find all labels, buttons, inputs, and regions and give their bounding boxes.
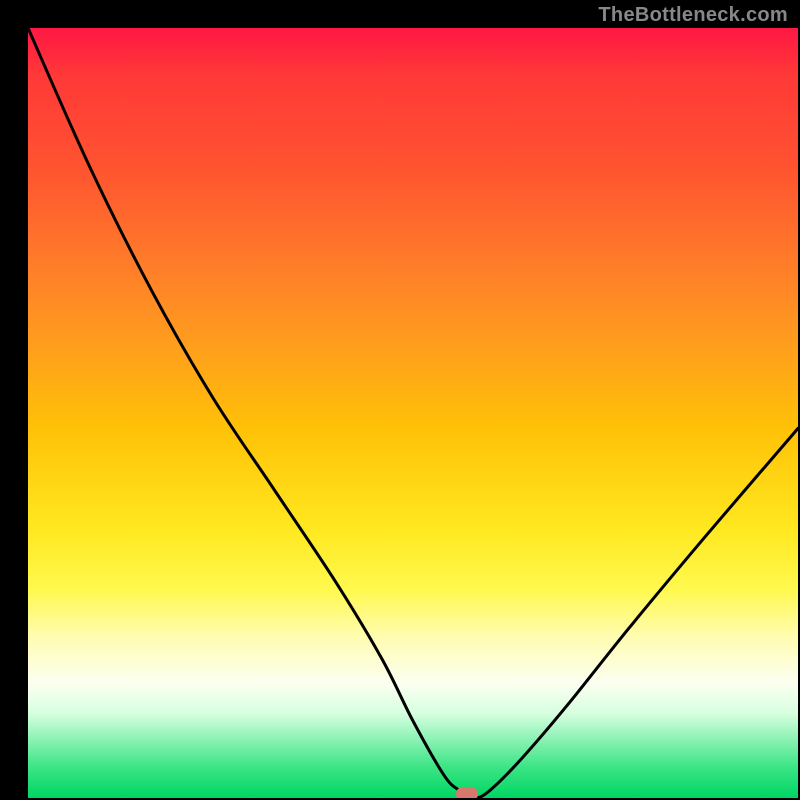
optimum-marker <box>456 787 478 798</box>
chart-container: TheBottleneck.com <box>0 0 800 800</box>
background-gradient <box>28 28 798 798</box>
plot-area <box>28 28 798 798</box>
watermark-text: TheBottleneck.com <box>598 4 788 27</box>
